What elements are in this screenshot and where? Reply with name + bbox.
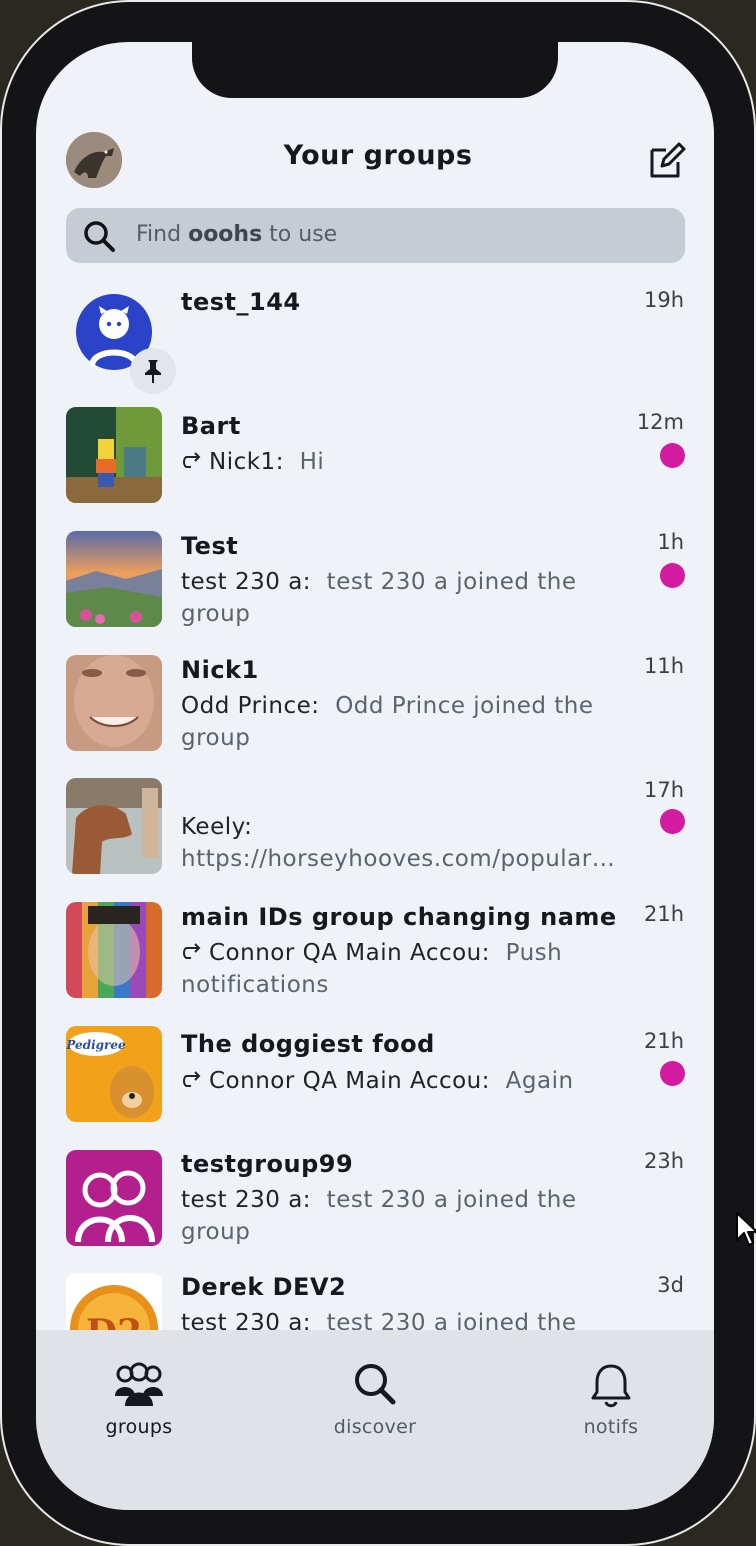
page-title: Your groups xyxy=(283,140,473,171)
nav-notifs-label: notifs xyxy=(583,1416,639,1438)
nav-groups-label: groups xyxy=(105,1416,173,1438)
group-name: The doggiest food xyxy=(181,1030,435,1058)
pin-icon xyxy=(145,360,161,383)
nav-notifs[interactable]: notifs xyxy=(541,1362,681,1438)
group-time: 12m xyxy=(636,410,684,434)
group-preview: Nick1: Hi xyxy=(181,446,611,478)
group-time: 21h xyxy=(643,902,684,926)
group-thumbnail: Pedigree xyxy=(66,1026,162,1122)
group-name: main IDs group changing name xyxy=(181,903,617,931)
group-preview: Connor QA Main Accou: Push notifications xyxy=(181,940,563,998)
forward-icon xyxy=(183,943,201,959)
group-thumbnail xyxy=(66,902,162,998)
group-time: 1h xyxy=(657,530,684,554)
group-preview: Connor QA Main Accou: Again xyxy=(181,1065,611,1097)
group-name: Derek DEV2 xyxy=(181,1273,347,1301)
nav-discover-label: discover xyxy=(333,1416,417,1438)
bottom-navigation: groups discover notifs xyxy=(36,1330,714,1510)
group-thumbnail xyxy=(66,655,162,751)
group-time: 21h xyxy=(643,1029,684,1053)
unread-dot xyxy=(660,443,685,468)
search-icon xyxy=(84,221,115,252)
group-thumbnail xyxy=(66,407,162,503)
group-name: Nick1 xyxy=(181,656,259,684)
forward-icon xyxy=(183,1071,201,1087)
group-default-icon xyxy=(66,1150,162,1246)
group-preview: test 230 a: test 230 a joined the group xyxy=(181,569,577,627)
group-name: Bart xyxy=(181,412,241,440)
group-time: 3d xyxy=(657,1273,684,1297)
group-thumbnail xyxy=(66,778,162,874)
bart-image xyxy=(66,407,162,503)
group-time: 11h xyxy=(643,654,684,678)
group-time: 17h xyxy=(643,778,684,802)
unread-dot xyxy=(660,1061,685,1086)
group-preview: Odd Prince: Odd Prince joined the group xyxy=(181,693,594,751)
group-name: Test xyxy=(181,532,239,560)
group-time: 23h xyxy=(643,1149,684,1173)
colorful-face-image xyxy=(66,902,162,998)
compose-icon[interactable] xyxy=(648,142,686,180)
group-name: test_144 xyxy=(181,288,301,316)
bell-icon xyxy=(591,1364,631,1408)
mouse-cursor-icon xyxy=(736,1212,756,1246)
group-thumbnail xyxy=(66,531,162,627)
nav-groups[interactable]: groups xyxy=(69,1362,209,1438)
group-name: testgroup99 xyxy=(181,1150,354,1178)
forward-icon xyxy=(183,452,201,468)
face-image xyxy=(66,655,162,751)
pinned-badge xyxy=(130,348,176,394)
group-preview: Keely: https://horseyhooves.com/popular… xyxy=(181,814,616,872)
search-placeholder: Find ooohs to use xyxy=(136,222,338,247)
search-bar[interactable]: Find ooohs to use xyxy=(66,208,685,263)
unread-dot xyxy=(660,809,685,834)
unread-dot xyxy=(660,563,685,588)
svg-text:Pedigree: Pedigree xyxy=(66,1038,126,1052)
nav-discover[interactable]: discover xyxy=(305,1362,445,1438)
dog-food-image: Pedigree xyxy=(66,1026,162,1122)
group-thumbnail xyxy=(66,1150,162,1246)
horse-image xyxy=(66,778,162,874)
group-preview: test 230 a: test 230 a joined the group xyxy=(181,1187,577,1245)
device-notch xyxy=(192,40,558,98)
group-time: 19h xyxy=(643,288,684,312)
landscape-image xyxy=(66,531,162,627)
groups-icon xyxy=(115,1362,163,1406)
search-icon xyxy=(355,1364,396,1405)
